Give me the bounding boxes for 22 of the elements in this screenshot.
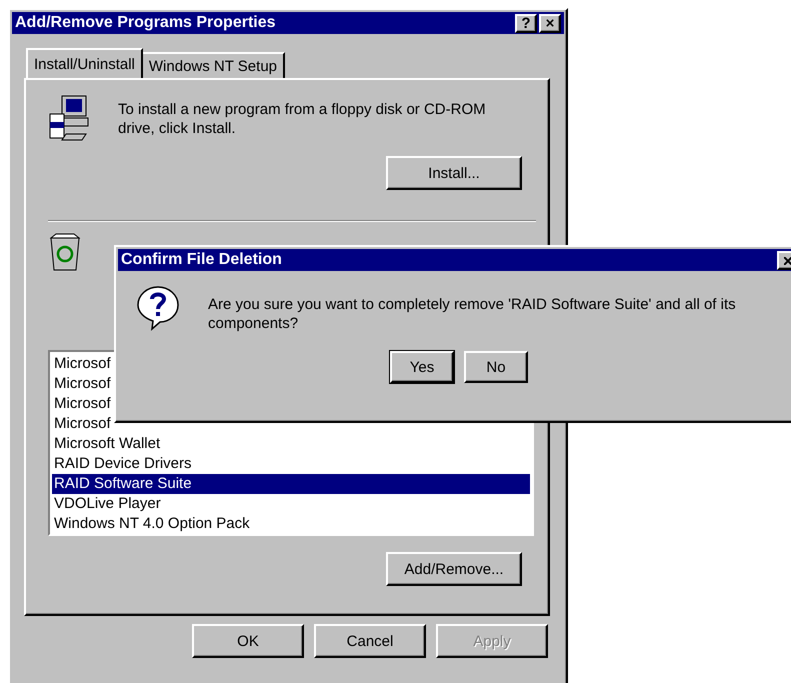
add-remove-button[interactable]: Add/Remove... xyxy=(386,552,522,586)
close-button[interactable]: × xyxy=(539,14,561,32)
dialog-button[interactable]: No xyxy=(464,351,528,383)
program-item[interactable]: RAID Software Suite xyxy=(52,474,530,494)
program-item[interactable]: VDOLive Player xyxy=(52,494,530,514)
program-item[interactable]: Windows NT 4.0 Option Pack xyxy=(52,514,530,534)
dialog-title: Confirm File Deletion xyxy=(121,251,283,269)
confirm-message: Are you sure you want to completely remove 'RAID Software Suite' and all of its components? xyxy=(208,295,737,333)
install-button[interactable]: Install... xyxy=(386,156,522,190)
tab[interactable]: Windows NT Setup xyxy=(140,52,285,78)
program-item[interactable]: RAID Device Drivers xyxy=(52,454,530,474)
close-icon xyxy=(784,256,791,264)
dialog-button[interactable]: OK xyxy=(192,624,304,658)
help-button[interactable]: ? xyxy=(515,14,537,32)
tab[interactable]: Install/Uninstall xyxy=(26,48,143,78)
question-icon xyxy=(136,285,180,331)
install-instructions: To install a new program from a floppy disk or CD-ROM drive, click Install. xyxy=(118,100,487,139)
window-title: Add/Remove Programs Properties xyxy=(15,14,277,32)
dialog-button[interactable]: Yes xyxy=(390,351,454,383)
recycle-bin-icon xyxy=(48,232,82,272)
program-item[interactable]: Microsoft Wallet xyxy=(52,434,530,454)
dialog-button[interactable]: Cancel xyxy=(314,624,426,658)
